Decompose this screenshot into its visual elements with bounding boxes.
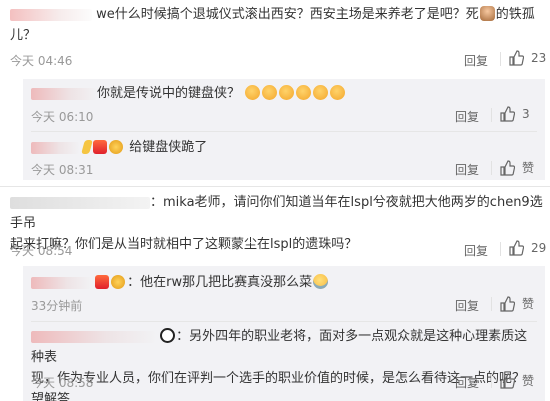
- reply-1: 你就是传说中的键盘侠？: [31, 83, 537, 104]
- comment-1-meta: 今天 04:46 回复 23: [10, 50, 546, 70]
- thumbs-up-icon: [245, 85, 261, 100]
- username-masked[interactable]: [31, 330, 155, 343]
- divider: [491, 161, 492, 175]
- like-label: 赞: [522, 374, 535, 388]
- like-count: 23: [531, 51, 547, 65]
- timestamp: 今天 08:58: [31, 376, 94, 390]
- reply-1-meta: 今天 06:10 回复 3: [31, 106, 537, 126]
- username-masked[interactable]: [10, 8, 92, 21]
- divider: [491, 297, 492, 311]
- divider: [31, 131, 537, 132]
- comment-divider: [0, 186, 550, 187]
- panda-icon: [160, 328, 176, 343]
- username-masked[interactable]: [31, 276, 91, 289]
- comment-2-meta: 今天 08:54 回复 29: [10, 240, 546, 260]
- reply-button[interactable]: 回复: [464, 242, 488, 259]
- medal-badge-icon: [111, 275, 126, 289]
- like-button[interactable]: 3: [499, 106, 530, 122]
- badge-icon: [81, 140, 94, 154]
- reply-4-meta: 今天 08:58 回复 赞: [31, 372, 537, 392]
- thumbs-up-icon: [500, 159, 515, 176]
- like-label: 赞: [522, 297, 535, 311]
- reply-2: 给键盘侠跪了: [31, 137, 537, 158]
- thumbs-up-icon: [500, 106, 515, 122]
- reply-button[interactable]: 回复: [455, 374, 479, 391]
- like-button[interactable]: 赞: [499, 295, 534, 312]
- thumbs-up-icon: [262, 85, 278, 100]
- like-button[interactable]: 赞: [499, 159, 534, 176]
- avatar-emoji-icon: [479, 6, 495, 21]
- crown-badge-icon: [93, 140, 108, 154]
- thumbs-up-icon: [279, 85, 295, 100]
- username-masked[interactable]: [31, 87, 97, 100]
- reply-list: 你就是传说中的键盘侠？ 今天 06:10 回复 3 给键盘侠跪了 今天 08:3…: [23, 79, 545, 180]
- thumbs-up-icon: [509, 240, 524, 256]
- timestamp: 33分钟前: [31, 299, 83, 313]
- thumbs-up-icon: [296, 85, 312, 100]
- divider: [491, 374, 492, 388]
- crown-badge-icon: [95, 275, 110, 289]
- like-count: 29: [531, 241, 547, 255]
- comment-1-text-line-1: we什么时候搞个退城仪式滚出西安？西安主场是来养老了是吧？死: [96, 7, 479, 22]
- timestamp: 今天 04:46: [10, 54, 73, 68]
- like-button[interactable]: 23: [508, 50, 546, 66]
- thumbs-up-icon: [330, 85, 346, 100]
- thumbs-up-icon: [500, 372, 515, 389]
- comment-1-text-line-3: 儿？: [10, 28, 37, 43]
- medal-badge-icon: [109, 140, 124, 154]
- reply-button[interactable]: 回复: [455, 297, 479, 314]
- reply-button[interactable]: 回复: [455, 161, 479, 178]
- reply-list: ：他在rw那几把比赛真没那么菜 33分钟前 回复 赞 ：另外四年的职业老将，面对…: [23, 266, 545, 401]
- comment-1-text: we什么时候搞个退城仪式滚出西安？西安主场是来养老了是吧？死 的铁孤 儿？: [10, 4, 546, 46]
- username-masked[interactable]: [31, 141, 79, 154]
- comment-1: we什么时候搞个退城仪式滚出西安？西安主场是来养老了是吧？死 的铁孤 儿？: [10, 4, 546, 46]
- reply-button[interactable]: 回复: [464, 52, 488, 69]
- divider: [500, 242, 501, 256]
- username-masked[interactable]: [10, 196, 150, 209]
- timestamp: 今天 08:31: [31, 163, 94, 177]
- divider: [491, 108, 492, 122]
- reply-2-text: 给键盘侠跪了: [129, 140, 208, 155]
- like-label: 赞: [522, 161, 535, 175]
- reply-3-meta: 33分钟前 回复 赞: [31, 295, 537, 315]
- comment-1-text-line-2: 的铁孤: [495, 7, 535, 22]
- reply-2-meta: 今天 08:31 回复 赞: [31, 159, 537, 179]
- divider: [31, 321, 537, 322]
- like-button[interactable]: 赞: [499, 372, 534, 389]
- timestamp: 今天 06:10: [31, 110, 94, 124]
- thumbs-up-icon: [509, 50, 524, 66]
- reply-1-text: 你就是传说中的键盘侠？: [97, 86, 241, 101]
- thumbs-up-icon: [500, 295, 515, 312]
- laugh-tears-icon: [313, 274, 329, 289]
- reply-3-text: ：他在rw那几把比赛真没那么菜: [127, 275, 313, 290]
- reply-button[interactable]: 回复: [455, 108, 479, 125]
- reply-3: ：他在rw那几把比赛真没那么菜: [31, 272, 537, 293]
- like-count: 3: [522, 107, 530, 121]
- thumbs-up-icon: [313, 85, 329, 100]
- like-button[interactable]: 29: [508, 240, 546, 256]
- timestamp: 今天 08:54: [10, 244, 73, 258]
- divider: [500, 52, 501, 66]
